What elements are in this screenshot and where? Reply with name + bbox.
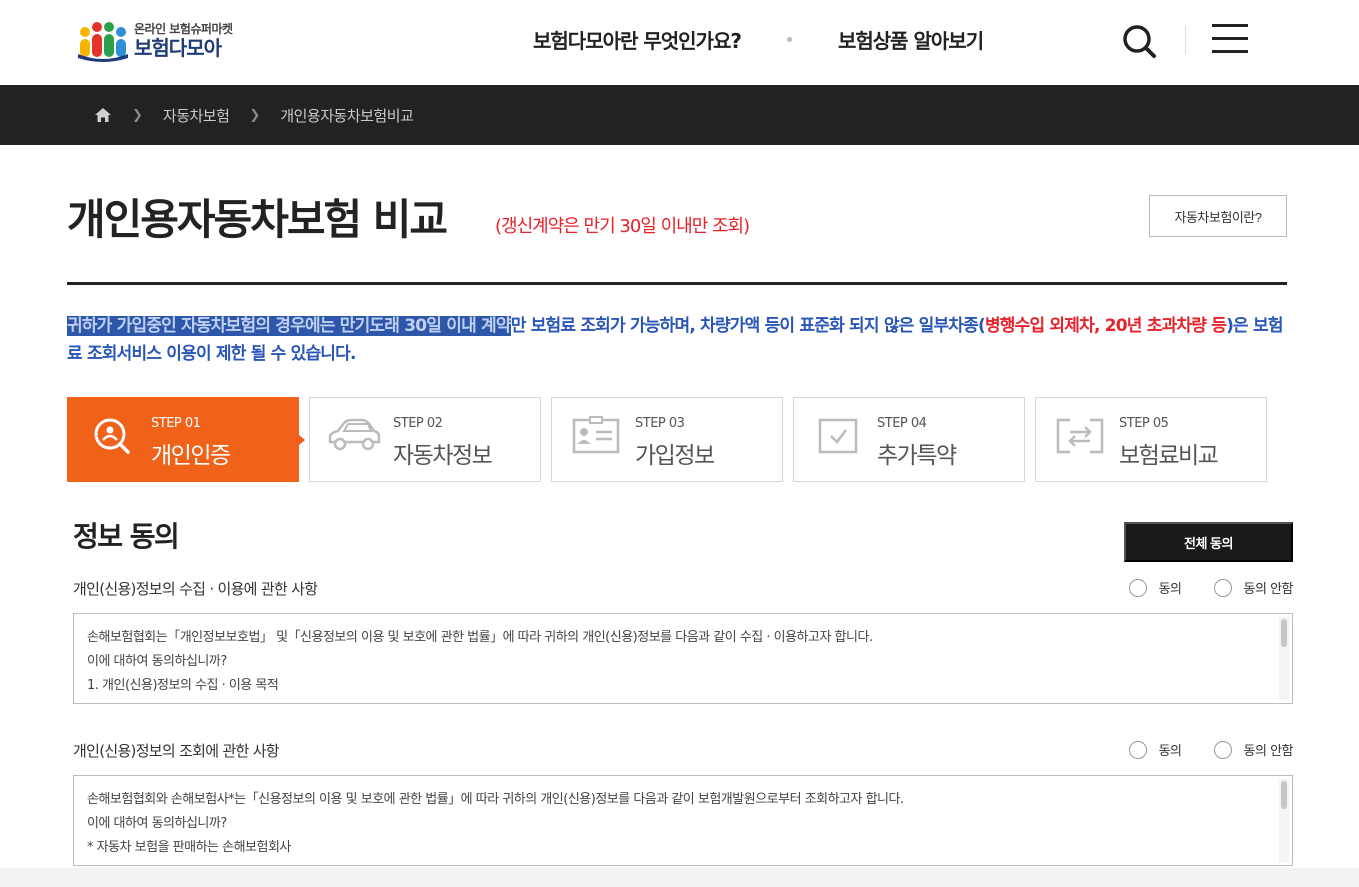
- breadcrumb-item-personal-car-compare[interactable]: 개인용자동차보험비교: [280, 105, 414, 126]
- page-title: 개인용자동차보험 비교: [67, 195, 448, 244]
- notice-highlighted: 귀하가 가입중인 자동차보험의 경우에는 만기도래 30일 이내 계약: [67, 316, 512, 336]
- scrollbar-thumb[interactable]: [1281, 619, 1287, 647]
- step-2-car-info[interactable]: STEP 02 자동차정보: [309, 397, 541, 482]
- page-bottom-edge: [0, 868, 1359, 887]
- radio-label-disagree: 동의 안함: [1243, 744, 1294, 759]
- notice-red: 병행수입 외제차, 20년 초과차량 등: [984, 316, 1227, 336]
- step-3-subscription-info[interactable]: STEP 03 가입정보: [551, 397, 783, 482]
- nav-about[interactable]: 보험다모아란 무엇인가요?: [533, 25, 742, 54]
- search-icon[interactable]: [1120, 22, 1158, 60]
- nav-products[interactable]: 보험상품 알아보기: [838, 25, 984, 54]
- checkbox-icon: [810, 416, 866, 456]
- consent-2-disagree-radio[interactable]: 동의 안함: [1213, 740, 1294, 759]
- terms-line: 손해보험협회와 손해보험사*는「신용정보의 이용 및 보호에 관한 법률」에 따…: [87, 792, 904, 807]
- radio-label-disagree: 동의 안함: [1243, 582, 1294, 597]
- breadcrumb-item-car-insurance[interactable]: 자동차보험: [163, 105, 230, 126]
- terms-line: 이에 대하여 동의하십니까?: [87, 654, 227, 669]
- section-title-consent: 정보 동의: [73, 520, 180, 553]
- chevron-right-icon: ❯: [132, 107, 143, 123]
- consent-2-radio-group: 동의 동의 안함: [1097, 740, 1294, 759]
- exchange-icon: [1052, 416, 1108, 456]
- main-nav: 보험다모아란 무엇인가요? 보험상품 알아보기: [533, 24, 984, 54]
- radio-circle[interactable]: [1128, 740, 1147, 759]
- step-5-premium-compare[interactable]: STEP 05 보험료비교: [1035, 397, 1267, 482]
- breadcrumb: ❯ 자동차보험 ❯ 개인용자동차보험비교: [94, 104, 414, 126]
- consent-1-radio-group: 동의 동의 안함: [1097, 578, 1294, 597]
- step-4-add-ons[interactable]: STEP 04 추가특약: [793, 397, 1025, 482]
- step-2-label: 자동차정보: [393, 443, 493, 469]
- radio-label-agree: 동의: [1158, 582, 1182, 597]
- step-4-number: STEP 04: [877, 416, 927, 431]
- radio-circle[interactable]: [1213, 578, 1232, 597]
- consent-inquiry: 개인(신용)정보의 조회에 관한 사항 동의 동의 안함 손해보험협회와 손해보…: [73, 736, 1294, 866]
- nav-separator-dot: [786, 36, 792, 42]
- step-3-number: STEP 03: [635, 416, 685, 431]
- terms-line: * 자동차 보험을 판매하는 손해보험회사: [87, 840, 291, 855]
- step-3-label: 가입정보: [635, 443, 715, 469]
- terms-line: 1. 개인(신용)정보의 수집 · 이용 목적: [87, 678, 279, 693]
- consent-1-agree-radio[interactable]: 동의: [1128, 578, 1182, 597]
- home-icon[interactable]: [94, 106, 112, 124]
- logo-subtitle: 온라인 보험슈퍼마켓: [134, 21, 233, 36]
- consent-1-label: 개인(신용)정보의 수집 · 이용에 관한 사항: [73, 580, 318, 598]
- chevron-right-icon: ❯: [249, 107, 261, 123]
- step-progress: STEP 01 개인인증 STEP 02 자동차정보 STEP 03 가입정보 …: [67, 397, 1277, 482]
- step-1-number: STEP 01: [151, 416, 201, 431]
- consent-1-terms-box[interactable]: 손해보험협회는「개인정보보호법」 및「신용정보의 이용 및 보호에 관한 법률」…: [73, 613, 1293, 704]
- site-logo[interactable]: 온라인 보험슈퍼마켓 보험다모아: [76, 17, 256, 63]
- terms-line: 이에 대하여 동의하십니까?: [87, 816, 227, 831]
- consent-collection-use: 개인(신용)정보의 수집 · 이용에 관한 사항 동의 동의 안함 손해보험협회…: [73, 574, 1294, 704]
- page-subtitle: (갱신계약은 만기 30일 이내만 조회): [495, 216, 750, 237]
- step-1-identity[interactable]: STEP 01 개인인증: [67, 397, 305, 482]
- hamburger-menu-icon[interactable]: [1212, 24, 1248, 56]
- logo-people-icon: [76, 18, 130, 62]
- id-card-icon: [568, 416, 624, 456]
- car-icon: [326, 416, 382, 456]
- step-5-label: 보험료비교: [1119, 443, 1219, 469]
- consent-2-label: 개인(신용)정보의 조회에 관한 사항: [73, 742, 280, 760]
- step-4-label: 추가특약: [877, 443, 957, 469]
- step-5-number: STEP 05: [1119, 416, 1169, 431]
- radio-label-agree: 동의: [1158, 744, 1182, 759]
- consent-1-disagree-radio[interactable]: 동의 안함: [1213, 578, 1294, 597]
- consent-2-terms-box[interactable]: 손해보험협회와 손해보험사*는「신용정보의 이용 및 보호에 관한 법률」에 따…: [73, 775, 1293, 866]
- site-header: 온라인 보험슈퍼마켓 보험다모아 보험다모아란 무엇인가요? 보험상품 알아보기: [0, 0, 1359, 85]
- step-2-number: STEP 02: [393, 416, 443, 431]
- step-1-label: 개인인증: [151, 443, 231, 469]
- radio-circle[interactable]: [1213, 740, 1232, 759]
- logo-title: 보험다모아: [134, 35, 222, 60]
- what-is-car-insurance-button[interactable]: 자동차보험이란?: [1149, 195, 1287, 237]
- terms-line: 손해보험협회는「개인정보보호법」 및「신용정보의 이용 및 보호에 관한 법률」…: [87, 630, 873, 645]
- scrollbar-thumb[interactable]: [1281, 781, 1287, 809]
- agree-all-button[interactable]: 전체 동의: [1124, 522, 1293, 562]
- notice-text: 귀하가 가입중인 자동차보험의 경우에는 만기도래 30일 이내 계약만 보험료…: [67, 312, 1292, 368]
- breadcrumb-bar: ❯ 자동차보험 ❯ 개인용자동차보험비교: [0, 85, 1359, 145]
- notice-part1: 만 보험료 조회가 가능하며, 차량가액 등이 표준화 되지 않은 일부차종(: [510, 316, 986, 336]
- consent-2-agree-radio[interactable]: 동의: [1128, 740, 1182, 759]
- terms-scrollbar[interactable]: [1279, 617, 1289, 700]
- search-person-icon: [92, 416, 132, 456]
- header-divider: [1185, 26, 1186, 54]
- title-divider: [67, 282, 1287, 285]
- terms-scrollbar[interactable]: [1279, 779, 1289, 862]
- radio-circle[interactable]: [1128, 578, 1147, 597]
